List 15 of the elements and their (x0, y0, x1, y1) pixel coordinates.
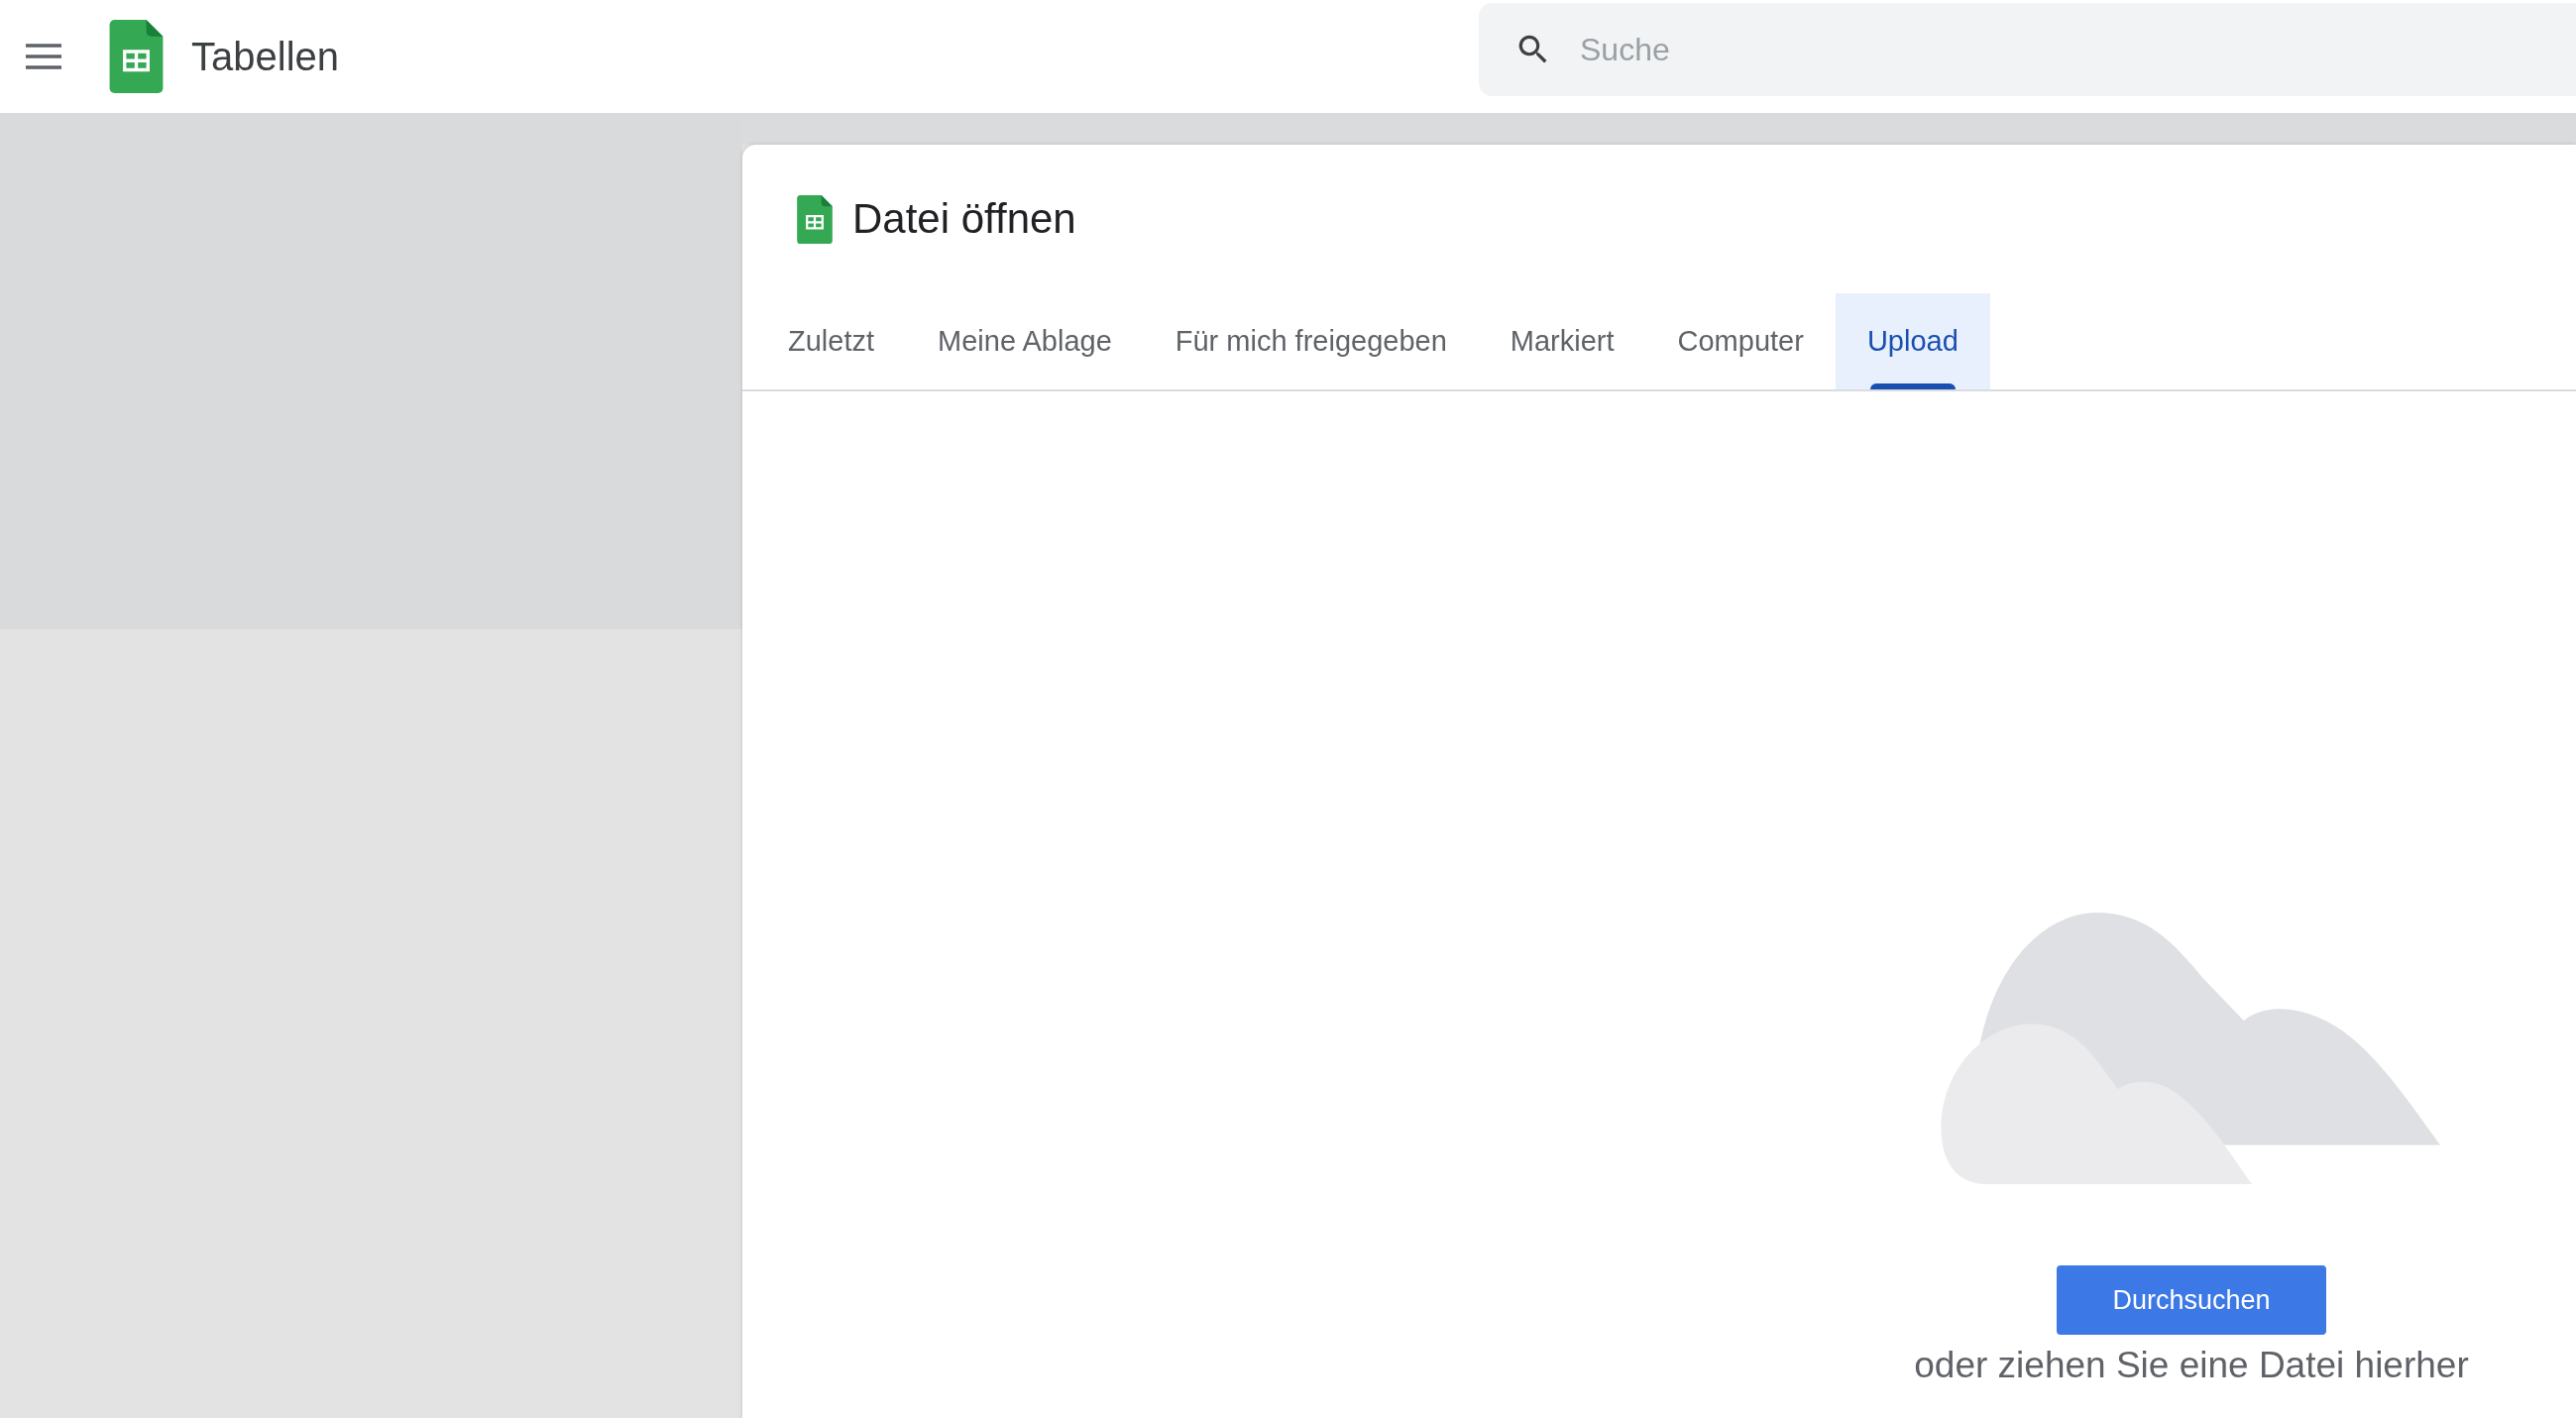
tab[interactable]: Markiert (1478, 293, 1646, 389)
tab[interactable]: Upload (1835, 293, 1990, 389)
browse-button[interactable]: Durchsuchen (2057, 1265, 2326, 1335)
drop-hint: oder ziehen Sie eine Datei hierher (1914, 1345, 2469, 1386)
menu-icon (26, 44, 61, 69)
search-input[interactable]: Suche (1578, 30, 2375, 69)
search-bar[interactable]: Suche (1479, 3, 2576, 96)
tab[interactable]: Computer (1645, 293, 1836, 389)
spreadsheet-icon (797, 194, 833, 244)
app-title: Tabellen (191, 34, 339, 79)
tab[interactable]: Zuletzt (756, 293, 907, 389)
dialog-title: Datei öffnen (852, 195, 1076, 243)
spreadsheet-icon (109, 20, 164, 93)
tab[interactable]: Meine Ablage (906, 293, 1144, 389)
tab[interactable]: Für mich freigegeben (1143, 293, 1479, 389)
